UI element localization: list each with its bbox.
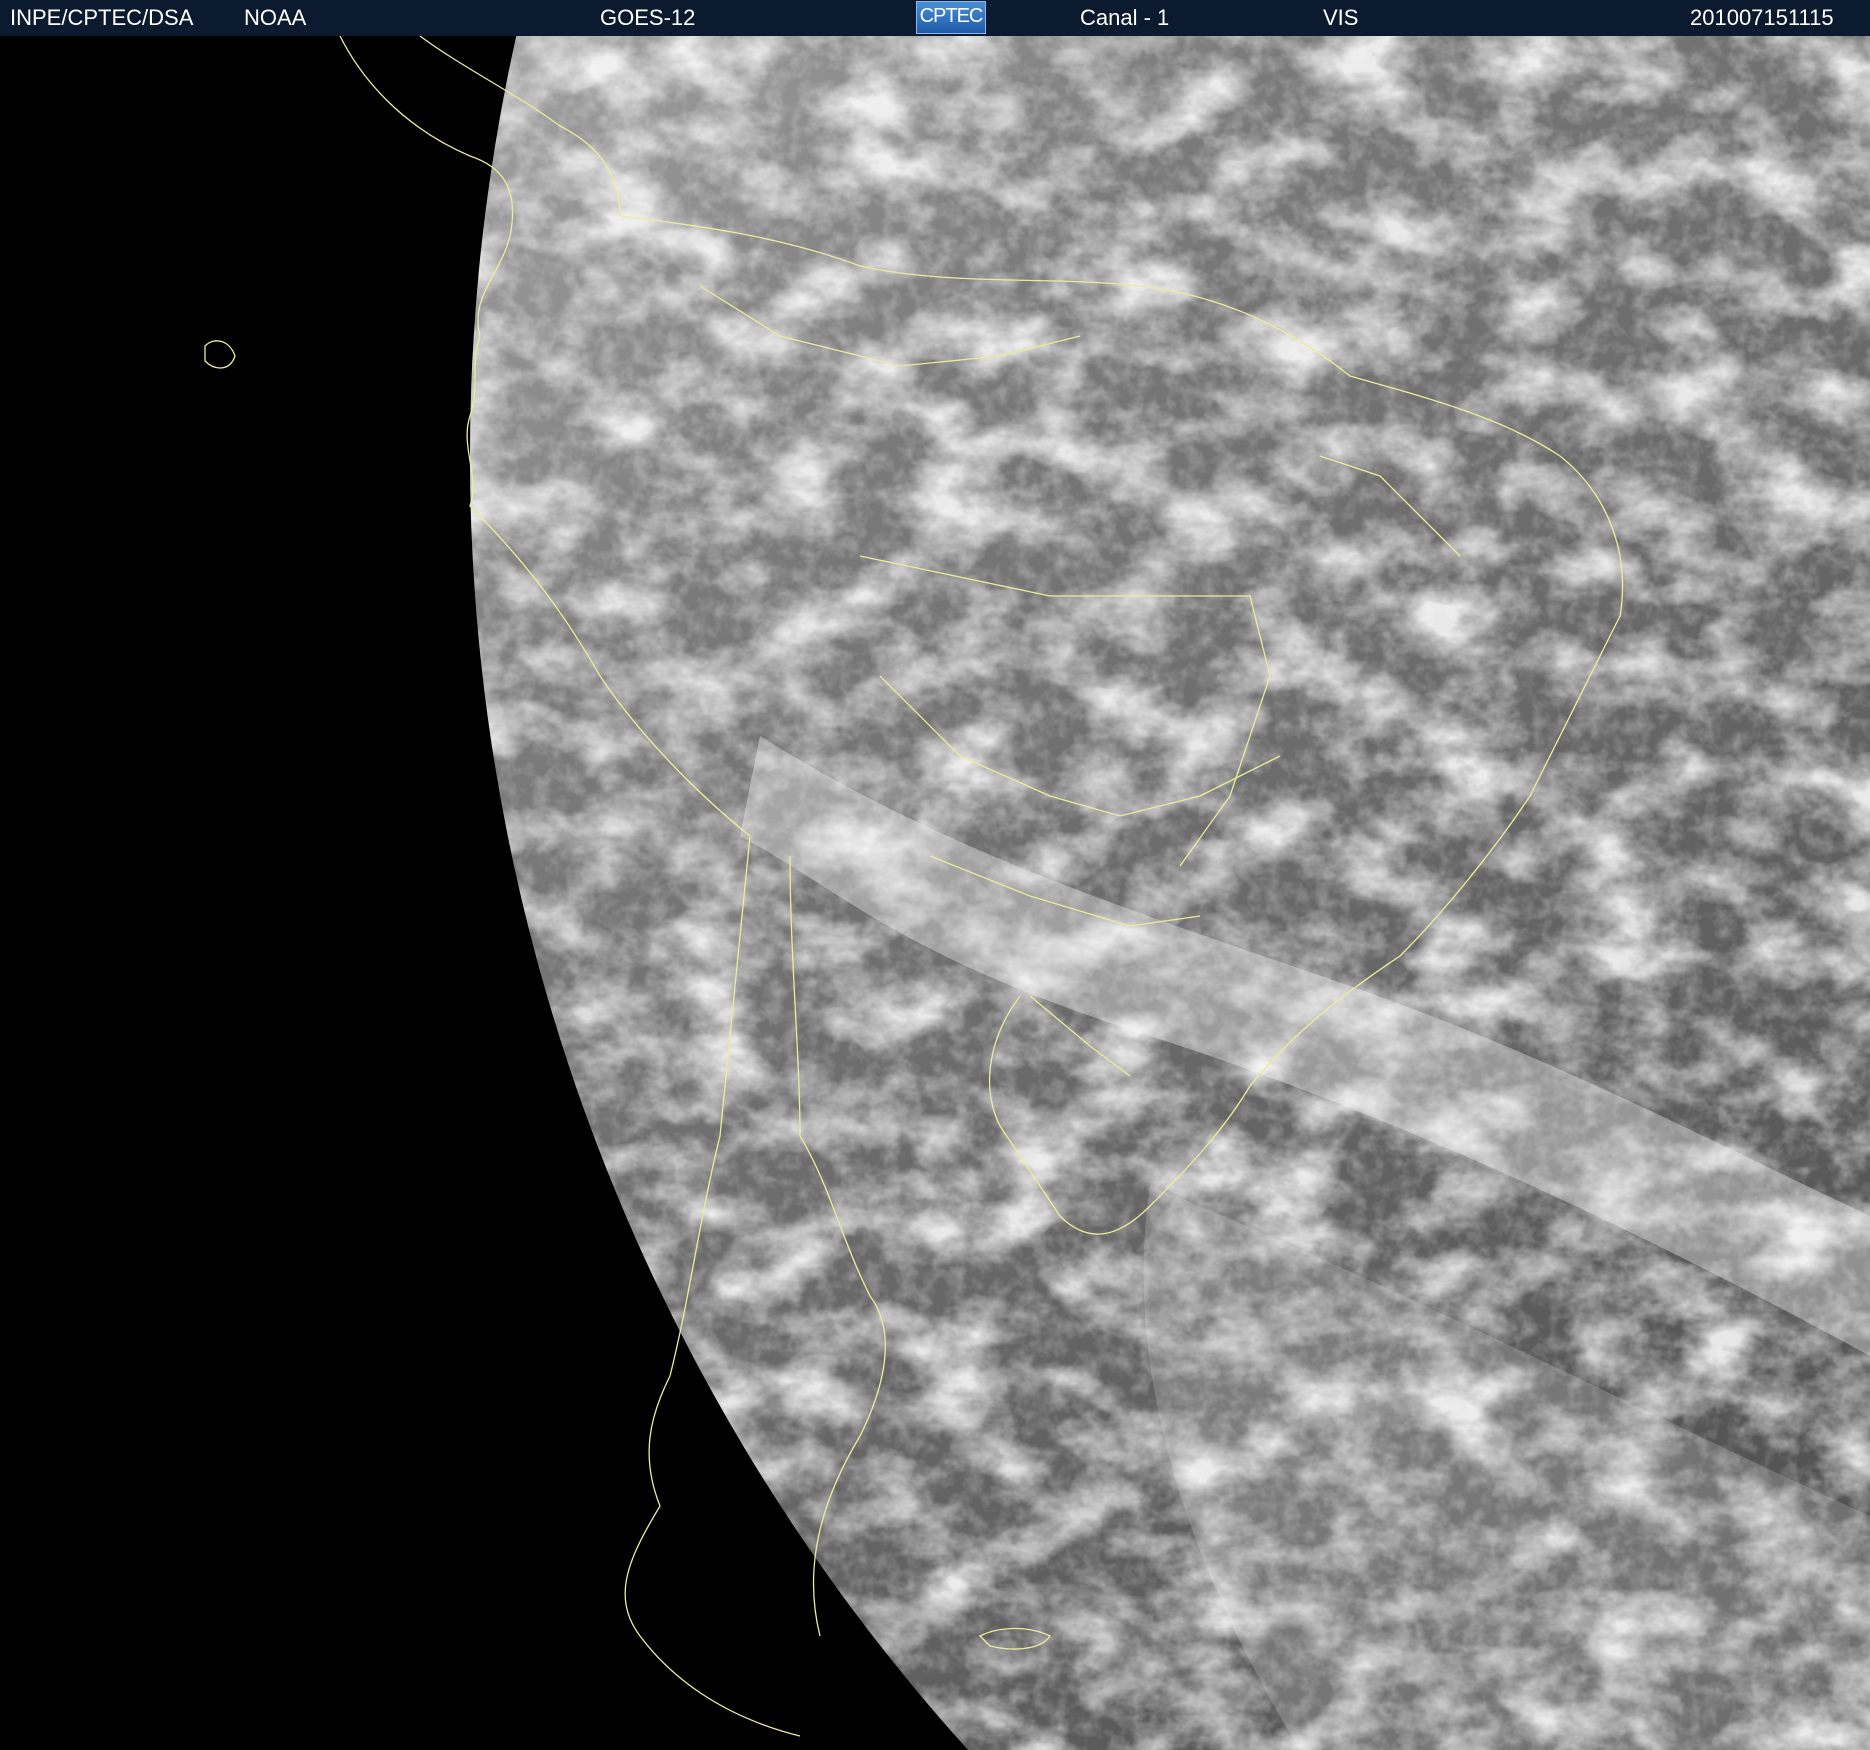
satellite-label: GOES-12: [600, 5, 696, 30]
satellite-image: [0, 36, 1870, 1750]
channel-label: Canal - 1: [1080, 5, 1170, 30]
cptec-logo-text: CPTEC: [919, 5, 984, 27]
source-label: NOAA: [244, 5, 307, 30]
cptec-logo: CPTEC: [916, 1, 986, 34]
agency-label: INPE/CPTEC/DSA: [10, 5, 194, 30]
header-bar: INPE/CPTEC/DSA NOAA GOES-12 CPTEC Canal …: [0, 0, 1870, 36]
band-label: VIS: [1323, 5, 1359, 30]
timestamp-label: 201007151115: [1690, 5, 1834, 30]
